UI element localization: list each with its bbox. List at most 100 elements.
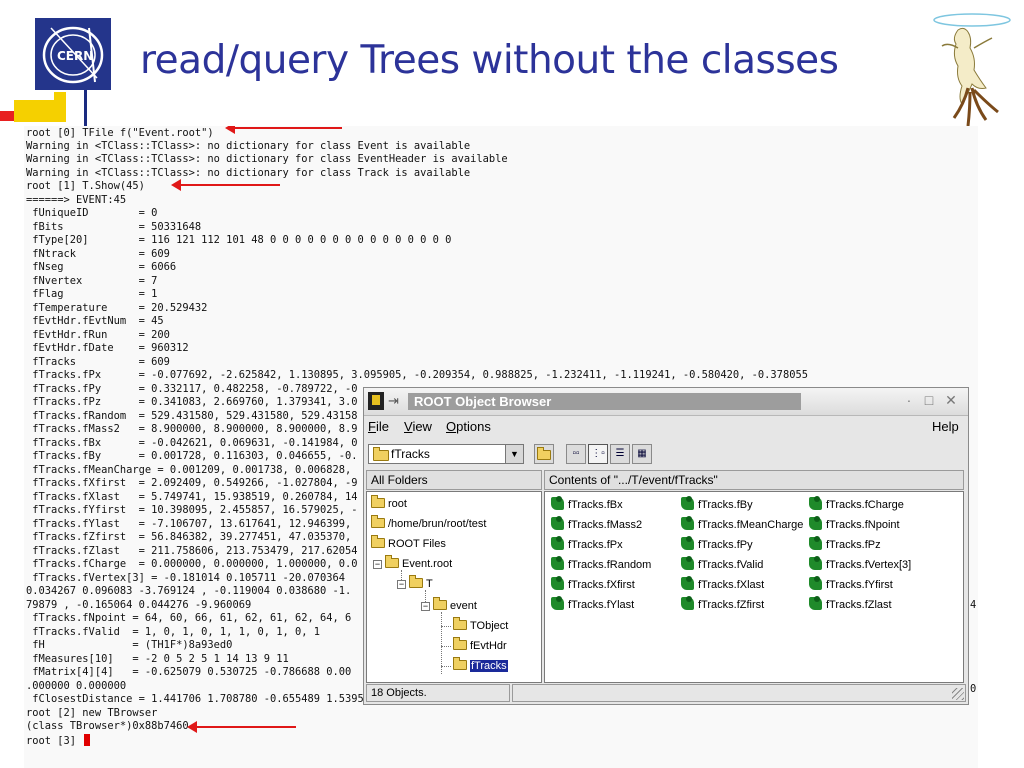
- contents-list[interactable]: fTracks.fBx fTracks.fBy fTracks.fCharge …: [544, 491, 964, 683]
- terminal-line: fTracks.fBx = -0.042621, 0.069631, -0.14…: [26, 437, 358, 449]
- pin-icon[interactable]: ⇥: [388, 393, 399, 409]
- tree-connector: [441, 612, 442, 674]
- terminal-line: fEvtHdr.fDate = 960312: [26, 342, 189, 354]
- list-item-leaf[interactable]: fTracks.fYlast: [551, 596, 634, 614]
- terminal-line: fNvertex = 7: [26, 275, 158, 287]
- list-item-leaf[interactable]: fTracks.fValid: [681, 556, 763, 574]
- terminal-line: Warning in <TClass::TClass>: no dictiona…: [26, 167, 471, 179]
- contents-header: Contents of ".../T/event/fTracks": [544, 470, 964, 490]
- leaf-icon: [681, 496, 694, 510]
- leaf-icon: [809, 516, 822, 530]
- leaf-icon: [681, 536, 694, 550]
- terminal-line: fTracks.fRandom = 529.431580, 529.431580…: [26, 410, 358, 422]
- close-icon[interactable]: ✕: [944, 392, 958, 409]
- menu-options[interactable]: Options: [446, 419, 491, 434]
- status-object-count: 18 Objects.: [366, 684, 510, 702]
- list-view-icon: ☰: [615, 448, 625, 459]
- terminal-cursor: [84, 734, 91, 746]
- list-view-button[interactable]: ☰: [610, 444, 630, 464]
- slide-yellow-bar: [14, 100, 54, 122]
- terminal-line: fTracks.fPz = 0.341083, 2.669760, 1.3793…: [26, 396, 358, 408]
- annotation-arrow: [187, 721, 296, 733]
- list-item-leaf[interactable]: fTracks.fPz: [809, 536, 881, 554]
- terminal-line: fMeasures[10] = -2 0 5 2 5 1 14 13 9 11: [26, 653, 289, 665]
- location-combo[interactable]: fTracks ▼: [368, 444, 524, 464]
- list-item-leaf[interactable]: fTracks.fXfirst: [551, 576, 635, 594]
- cern-logo-text: CERN: [57, 49, 93, 63]
- folder-icon: [453, 637, 467, 650]
- list-item-leaf[interactable]: fTracks.fCharge: [809, 496, 904, 514]
- window-menu-dot-icon[interactable]: ·: [902, 392, 916, 408]
- terminal-line: fTracks.fValid = 1, 0, 1, 0, 1, 1, 0, 1,…: [26, 626, 321, 638]
- resize-grip-icon[interactable]: [952, 688, 964, 700]
- tree-connector: [441, 666, 451, 667]
- chevron-down-icon[interactable]: ▼: [505, 445, 523, 463]
- list-item-leaf[interactable]: fTracks.fXlast: [681, 576, 764, 594]
- folder-icon: [433, 597, 447, 610]
- folder-icon: [373, 447, 389, 461]
- menu-help[interactable]: Help: [932, 419, 959, 434]
- list-item-leaf[interactable]: fTracks.fRandom: [551, 556, 651, 574]
- terminal-line: fEvtHdr.fEvtNum = 45: [26, 315, 164, 327]
- large-icons-button[interactable]: ▫▫: [566, 444, 586, 464]
- leaf-icon: [681, 516, 694, 530]
- up-folder-button[interactable]: [534, 444, 554, 464]
- leaf-icon: [551, 516, 564, 530]
- menu-view[interactable]: View: [404, 419, 432, 434]
- terminal-line: (class TBrowser*)0x88b7460: [26, 720, 189, 732]
- small-icons-button[interactable]: ⋮▫: [588, 444, 608, 464]
- folder-tree[interactable]: root /home/brun/root/test ROOT Files − E…: [366, 491, 542, 683]
- toolbar: fTracks ▼ ▫▫ ⋮▫ ☰ ▦: [364, 440, 968, 470]
- root-object-browser-window[interactable]: ⇥ ROOT Object Browser · □ ✕ File View Op…: [363, 387, 969, 705]
- leaf-icon: [551, 536, 564, 550]
- folder-icon: [371, 515, 385, 528]
- list-item-leaf[interactable]: fTracks.fMass2: [551, 516, 642, 534]
- tree-collapse-icon[interactable]: −: [373, 560, 382, 569]
- list-item-leaf[interactable]: fTracks.fPy: [681, 536, 753, 554]
- tree-item-event[interactable]: event: [433, 597, 477, 614]
- root-mascot-icon: [933, 13, 1011, 127]
- tree-item-event-root[interactable]: Event.root: [385, 555, 452, 572]
- terminal-line: fTracks.fZlast = 211.758606, 213.753479,…: [26, 545, 358, 557]
- tree-item-root-files[interactable]: ROOT Files: [371, 535, 446, 552]
- menu-file[interactable]: File: [368, 419, 389, 434]
- folder-icon: [385, 555, 399, 568]
- terminal-line: fNseg = 6066: [26, 261, 177, 273]
- mascot-illustration: [928, 8, 1016, 132]
- status-bar: 18 Objects.: [366, 684, 966, 704]
- list-item-leaf[interactable]: fTracks.fVertex[3]: [809, 556, 911, 574]
- list-item-leaf[interactable]: fTracks.fZfirst: [681, 596, 764, 614]
- tree-item-home[interactable]: /home/brun/root/test: [371, 515, 486, 532]
- terminal-line: fH = (TH1F*)8a93ed0: [26, 639, 233, 651]
- list-item-leaf[interactable]: fTracks.fPx: [551, 536, 623, 554]
- folder-icon: [371, 535, 385, 548]
- list-item-leaf[interactable]: fTracks.fMeanCharge: [681, 516, 803, 534]
- terminal-line: fTracks.fMeanCharge = 0.001209, 0.001738…: [26, 464, 352, 476]
- tree-item-t[interactable]: T: [409, 575, 433, 592]
- cern-logo: CERN: [35, 18, 111, 90]
- window-titlebar[interactable]: ⇥ ROOT Object Browser · □ ✕: [364, 388, 968, 416]
- folder-icon: [409, 575, 423, 588]
- maximize-icon[interactable]: □: [922, 392, 936, 408]
- leaf-icon: [551, 576, 564, 590]
- large-icons-icon: ▫▫: [572, 448, 580, 459]
- details-view-button[interactable]: ▦: [632, 444, 652, 464]
- terminal-line: fBits = 50331648: [26, 221, 202, 233]
- terminal-clipped-char: 4: [970, 599, 977, 611]
- terminal-line: fNtrack = 609: [26, 248, 170, 260]
- tree-item-fevthdr[interactable]: fEvtHdr: [453, 637, 507, 654]
- list-item-leaf[interactable]: fTracks.fBx: [551, 496, 623, 514]
- all-folders-header: All Folders: [366, 470, 542, 490]
- tree-collapse-icon[interactable]: −: [397, 580, 406, 589]
- tree-item-ftracks[interactable]: fTracks: [453, 657, 508, 674]
- tree-item-tobject[interactable]: TObject: [453, 617, 508, 634]
- list-item-leaf[interactable]: fTracks.fZlast: [809, 596, 892, 614]
- tree-item-root[interactable]: root: [371, 495, 407, 512]
- list-item-leaf[interactable]: fTracks.fNpoint: [809, 516, 900, 534]
- terminal-line: 79879 , -0.165064 0.044276 -9.960069: [26, 599, 252, 611]
- terminal-line: fTracks.fPy = 0.332117, 0.482258, -0.789…: [26, 383, 358, 395]
- tree-collapse-icon[interactable]: −: [421, 602, 430, 611]
- list-item-leaf[interactable]: fTracks.fBy: [681, 496, 753, 514]
- terminal-line: fTracks.fYfirst = 10.398095, 2.455857, 1…: [26, 504, 358, 516]
- list-item-leaf[interactable]: fTracks.fYfirst: [809, 576, 893, 594]
